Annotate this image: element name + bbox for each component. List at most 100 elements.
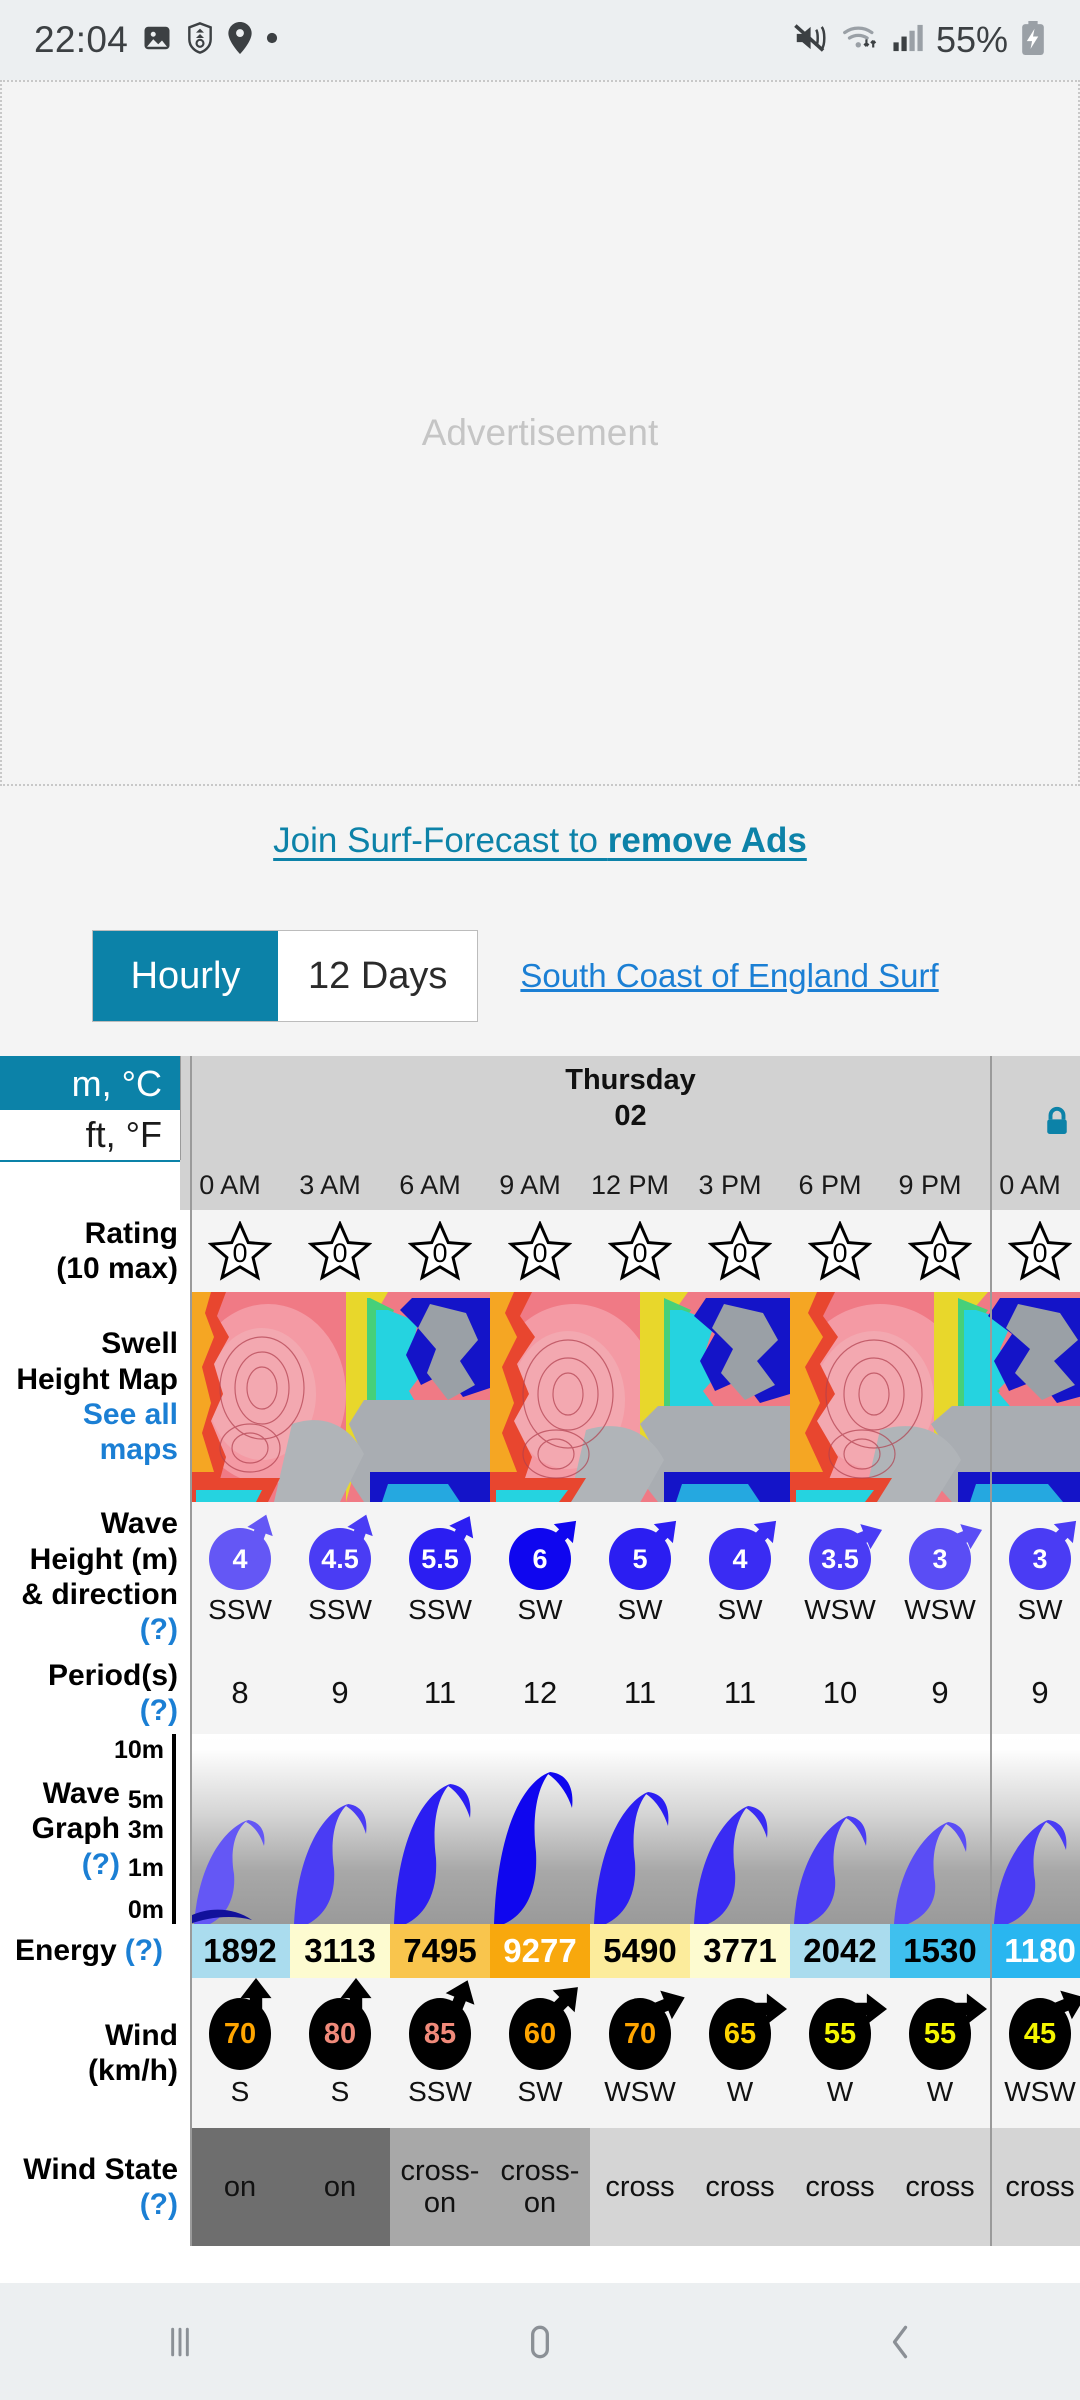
energy-label-text: Energy xyxy=(14,1934,117,1968)
y-tick-1m: 1m xyxy=(127,1854,164,1882)
location-pin-icon xyxy=(228,21,252,59)
wave-graph-cell xyxy=(390,1734,490,1924)
star-icon: 0 xyxy=(708,1221,772,1281)
wave-graph-cell xyxy=(690,1734,790,1924)
table-header: m, °C ft, °F Thursday 02 0 AM 3 AM 6 AM … xyxy=(0,1056,1080,1210)
energy-cell: 3113 xyxy=(290,1924,390,1978)
advertisement-slot[interactable]: Advertisement xyxy=(0,80,1080,786)
home-icon[interactable] xyxy=(465,2302,615,2382)
wind-label-2: (km/h) xyxy=(88,2054,178,2087)
wind-speed-value: 85 xyxy=(423,2017,457,2050)
wind-speed-value: 55 xyxy=(823,2017,857,2050)
wave-cell: 5 SW xyxy=(590,1502,690,1652)
wind-state-label-text: Wind State xyxy=(23,2152,178,2186)
see-all-maps-link-1[interactable]: See all xyxy=(83,1397,178,1432)
wind-state-cell: on xyxy=(190,2128,290,2246)
recents-icon[interactable] xyxy=(105,2302,255,2382)
day-date: 02 xyxy=(614,1100,647,1133)
wave-height-value: 3 xyxy=(932,1543,948,1574)
tab-12-days[interactable]: 12 Days xyxy=(278,931,478,1021)
rating-cell: 0 xyxy=(290,1210,390,1292)
back-icon[interactable] xyxy=(825,2302,975,2382)
wave-height-bubble: 3 xyxy=(1009,1520,1077,1590)
unit-metric[interactable]: m, °C xyxy=(0,1058,180,1109)
dot-icon xyxy=(266,31,278,49)
rating-cell: 0 xyxy=(690,1210,790,1292)
period-cell: 9 xyxy=(1031,1675,1049,1710)
star-icon: 0 xyxy=(408,1221,472,1281)
period-cell: 8 xyxy=(231,1675,249,1710)
energy-help-link[interactable]: (?) xyxy=(125,1933,163,1968)
energy-cell: 1892 xyxy=(190,1924,290,1978)
unit-imperial[interactable]: ft, °F xyxy=(0,1109,180,1160)
wave-graph-cell xyxy=(790,1734,890,1924)
period-cell: 11 xyxy=(623,1675,657,1710)
period-cell: 9 xyxy=(331,1675,349,1710)
rating-cell: 0 xyxy=(490,1210,590,1292)
wave-direction: SW xyxy=(617,1594,663,1625)
wind-direction: W xyxy=(926,2076,954,2107)
wave-label-2: Height (m) xyxy=(29,1542,178,1576)
wind-speed-bubble: 85 xyxy=(409,1980,475,2070)
swell-map-thumbnail[interactable] xyxy=(490,1292,790,1502)
graph-help-link[interactable]: (?) xyxy=(82,1848,120,1881)
hour-label: 0 AM xyxy=(199,1169,261,1200)
wind-row: Wind (km/h) 70 S 80 S 85 SSW 60 SW 70 WSW 65 W… xyxy=(0,1978,1080,2128)
period-cell: 11 xyxy=(723,1675,757,1710)
status-bar-left: 22:04 xyxy=(34,19,278,61)
lock-icon[interactable] xyxy=(1044,1106,1067,1134)
day-divider xyxy=(990,1056,992,2246)
swell-map-thumbnail[interactable] xyxy=(190,1292,490,1502)
wave-graph-cell xyxy=(190,1734,290,1924)
rating-label: Rating (10 max) xyxy=(0,1210,190,1292)
wave-direction: SW xyxy=(717,1594,763,1625)
day-header-thursday[interactable]: Thursday 02 xyxy=(180,1056,1080,1160)
wind-speed-bubble: 55 xyxy=(809,1993,887,2070)
hour-label: 12 PM xyxy=(590,1169,670,1200)
rating-label-text: Rating xyxy=(84,1216,178,1250)
wind-speed-value: 60 xyxy=(523,2017,557,2050)
y-tick-5m: 5m xyxy=(127,1786,164,1814)
wave-height-value: 3 xyxy=(1032,1543,1048,1574)
wave-direction: SW xyxy=(1017,1594,1063,1625)
rating-cell: 0 xyxy=(990,1210,1080,1292)
wave-graph-cell xyxy=(290,1734,390,1924)
remove-ads-link[interactable]: Join Surf-Forecast to remove Ads xyxy=(273,821,807,861)
wind-speed-bubble: 55 xyxy=(909,1993,987,2070)
hour-label: 3 AM xyxy=(299,1169,361,1200)
rating-cell: 0 xyxy=(390,1210,490,1292)
swell-map-row: Swell Height Map See all maps xyxy=(0,1292,1080,1502)
energy-cell: 9277 xyxy=(490,1924,590,1978)
wave-height-value: 4 xyxy=(732,1543,748,1574)
wave-height-bubble: 6 xyxy=(509,1520,577,1590)
wave-direction: SSW xyxy=(308,1594,372,1625)
table-left-divider xyxy=(190,1056,192,2246)
wind-state-help-link[interactable]: (?) xyxy=(140,2187,178,2222)
wind-cell: 70 WSW xyxy=(590,1978,690,2128)
hour-label: 3 PM xyxy=(698,1169,762,1200)
wind-state-label: Wind State (?) xyxy=(0,2128,190,2246)
wave-help-link[interactable]: (?) xyxy=(140,1612,178,1647)
wave-graph-cell xyxy=(590,1734,690,1924)
wind-state-cell: cross-on xyxy=(490,2128,590,2246)
wave-cell: 5.5 SSW xyxy=(390,1502,490,1652)
wave-height-value: 3.5 xyxy=(821,1543,859,1574)
wind-speed-bubble: 60 xyxy=(509,1987,578,2070)
wind-state-cell: cross xyxy=(590,2128,690,2246)
wind-speed-value: 55 xyxy=(923,2017,957,2050)
wind-speed-value: 70 xyxy=(223,2017,257,2050)
rating-cell: 0 xyxy=(590,1210,690,1292)
wave-direction: SSW xyxy=(208,1594,272,1625)
wave-height-value: 5.5 xyxy=(421,1543,459,1574)
see-all-maps-link-2[interactable]: maps xyxy=(100,1432,178,1467)
star-icon: 0 xyxy=(208,1221,272,1281)
rating-value: 0 xyxy=(532,1237,548,1268)
wave-cell: 3 SW xyxy=(990,1502,1080,1652)
period-help-link[interactable]: (?) xyxy=(140,1693,178,1728)
tab-hourly[interactable]: Hourly xyxy=(93,931,278,1021)
swell-map-thumbnail[interactable] xyxy=(790,1292,1080,1502)
wave-height-label: Wave Height (m) & direction (?) xyxy=(0,1502,190,1652)
graph-label-1: Wave xyxy=(42,1776,120,1810)
spot-region-link[interactable]: South Coast of England Surf xyxy=(520,957,938,995)
wave-height-value: 4.5 xyxy=(321,1543,359,1574)
